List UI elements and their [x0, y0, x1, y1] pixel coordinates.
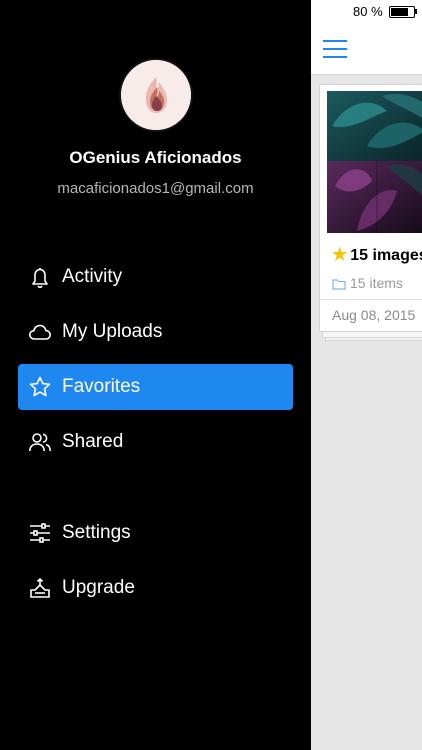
menu-item-settings[interactable]: Settings — [18, 510, 293, 556]
menu-item-label: Settings — [62, 522, 131, 543]
sliders-icon — [30, 523, 50, 543]
users-icon — [29, 433, 51, 452]
main-content: 80 % ★ 15 images 15 items Aug 08, 2015 — [311, 0, 422, 750]
collection-date: Aug 08, 2015 — [332, 307, 416, 323]
battery-percentage: 80 % — [353, 4, 383, 19]
upgrade-icon — [30, 578, 50, 598]
bell-icon — [32, 268, 48, 289]
top-navbar — [311, 22, 422, 75]
collection-thumbnail — [327, 91, 422, 233]
collection-card[interactable]: ★ 15 images 15 items Aug 08, 2015 — [319, 84, 422, 332]
menu-item-activity[interactable]: Activity — [18, 254, 293, 300]
folder-icon — [332, 279, 346, 290]
status-bar: 80 % — [311, 0, 422, 22]
menu-item-shared[interactable]: Shared — [18, 419, 293, 465]
star-icon — [29, 376, 51, 397]
cloud-icon — [29, 324, 51, 340]
collection-title: ★ 15 images — [332, 245, 422, 264]
collection-count: 15 items — [332, 275, 403, 291]
card-divider — [320, 299, 422, 300]
user-email: macaficionados1@gmail.com — [57, 180, 254, 197]
star-icon: ★ — [332, 245, 348, 264]
menu-item-favorites[interactable]: Favorites — [18, 364, 293, 410]
user-name: OGenius Aficionados — [69, 148, 242, 167]
menu-item-label: Shared — [62, 431, 124, 452]
battery-icon — [389, 6, 415, 18]
menu-item-upgrade[interactable]: Upgrade — [18, 565, 293, 611]
flame-logo-icon — [121, 60, 191, 130]
hamburger-menu-icon[interactable] — [323, 40, 347, 58]
menu-item-label: Activity — [62, 266, 123, 287]
menu-item-label: Upgrade — [62, 577, 135, 598]
battery-tip — [415, 9, 417, 14]
navigation-drawer: OGenius Aficionados macaficionados1@gmai… — [0, 0, 311, 750]
menu-item-label: My Uploads — [62, 321, 163, 342]
menu-item-my-uploads[interactable]: My Uploads — [18, 309, 293, 355]
menu-item-label: Favorites — [62, 376, 141, 397]
avatar[interactable] — [121, 60, 191, 130]
